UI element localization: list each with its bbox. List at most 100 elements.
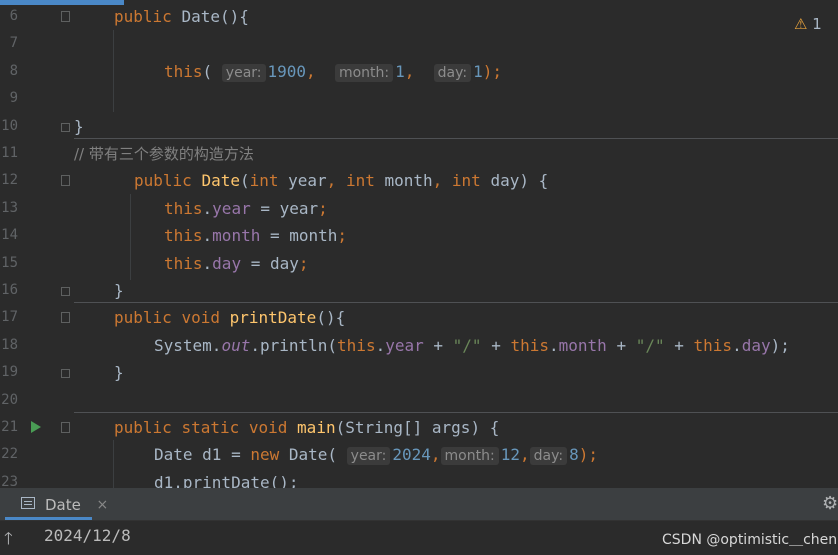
parameter-hint: day:	[433, 63, 472, 82]
line-number[interactable]: 9	[0, 85, 18, 112]
code-token: int	[451, 171, 491, 191]
code-line[interactable]: 22 Date d1 = new Date( year: 2024, month: 12…	[0, 441, 838, 468]
parameter-hint: month:	[440, 447, 499, 466]
run-tab-label: Date	[45, 496, 81, 514]
parameter-hint: day:	[529, 447, 568, 466]
line-number[interactable]: 10	[0, 113, 18, 140]
code-token: int	[345, 171, 385, 191]
code-text: // 带有三个参数的构造方法	[74, 140, 254, 168]
code-line[interactable]: 23 d1.printDate();	[0, 469, 838, 488]
code-token: }	[114, 363, 124, 383]
fold-marker-icon[interactable]	[61, 287, 70, 296]
code-line[interactable]: 13 this.year = year;	[0, 195, 838, 222]
code-line[interactable]: 20	[0, 387, 838, 414]
fold-marker-icon[interactable]	[61, 369, 70, 379]
line-number[interactable]: 20	[0, 387, 18, 414]
fold-marker-icon[interactable]	[61, 175, 70, 187]
code-token: Date	[201, 171, 240, 191]
code-token: this	[164, 61, 203, 81]
parameter-hint: month:	[334, 63, 394, 82]
line-number[interactable]: 19	[0, 359, 18, 386]
run-gutter-icon[interactable]	[31, 421, 41, 433]
code-editor[interactable]: 6 public Date(){7 8 this( year: 1900, month:…	[0, 0, 838, 488]
code-line[interactable]: 12 public Date(int year, int month, int d…	[0, 167, 838, 194]
code-token: );	[770, 335, 790, 355]
code-token: +	[423, 335, 453, 355]
run-tab-date[interactable]: Date ×	[5, 488, 108, 520]
code-line[interactable]: 19}	[0, 359, 838, 386]
fold-marker-icon[interactable]	[61, 312, 70, 324]
line-number[interactable]: 16	[0, 277, 18, 304]
watermark: CSDN @optimistic＿chen	[662, 532, 838, 548]
code-token: month	[384, 171, 433, 191]
line-number[interactable]: 13	[0, 195, 18, 222]
code-token: Date	[181, 7, 220, 26]
code-text: this.month = month;	[164, 222, 347, 249]
code-line[interactable]: 6 public Date(){	[0, 3, 838, 30]
code-line[interactable]: 7	[0, 30, 838, 57]
code-line[interactable]: 17 public void printDate(){	[0, 304, 838, 331]
line-number[interactable]: 18	[0, 332, 18, 359]
line-number[interactable]: 23	[0, 469, 18, 488]
code-token: this	[164, 198, 203, 218]
code-text: public Date(){	[114, 3, 249, 30]
code-token: this	[164, 226, 203, 246]
up-arrow-icon[interactable]: 🡑	[4, 526, 13, 555]
code-token: ;	[337, 226, 348, 246]
fold-marker-icon[interactable]	[61, 11, 70, 22]
line-number[interactable]: 17	[0, 304, 18, 331]
code-token: ;	[318, 198, 328, 218]
code-token: void	[248, 418, 298, 437]
code-text: }	[74, 113, 84, 140]
code-token: year	[212, 198, 251, 218]
code-line[interactable]: 16}	[0, 277, 838, 304]
line-number[interactable]: 8	[0, 58, 18, 85]
code-line[interactable]: 15 this.day = day;	[0, 250, 838, 277]
line-number[interactable]: 15	[0, 250, 18, 277]
line-number[interactable]: 14	[0, 222, 18, 249]
code-token: void	[181, 308, 230, 328]
code-token: );	[482, 61, 503, 81]
code-token: .	[202, 253, 213, 273]
code-token: 2024	[392, 445, 431, 465]
code-token: out	[221, 335, 251, 355]
line-number[interactable]: 7	[0, 30, 18, 57]
code-token: main	[297, 418, 336, 437]
code-token: .println(	[250, 335, 338, 355]
code-token: ,	[432, 171, 452, 191]
code-line[interactable]: 11 // 带有三个参数的构造方法	[0, 140, 838, 167]
gear-icon[interactable]: ⚙	[822, 493, 838, 514]
code-token: Date d1 =	[154, 445, 251, 465]
line-number[interactable]: 22	[0, 441, 18, 468]
code-line[interactable]: 8 this( year: 1900, month: 1, day: 1);	[0, 58, 838, 85]
console-output[interactable]: 🡑 2024/12/8 CSDN @optimistic＿chen	[0, 521, 838, 553]
fold-marker-icon[interactable]	[61, 122, 70, 132]
line-number[interactable]: 21	[0, 414, 18, 441]
code-line[interactable]: 18 System.out.println(this.year + "/" + t…	[0, 332, 838, 359]
code-line[interactable]: 21 public static void main(String[] args)…	[0, 414, 838, 441]
code-token: .	[202, 198, 213, 218]
warning-triangle-icon: ⚠	[794, 15, 808, 33]
indent-guide	[113, 440, 114, 488]
inspection-widget[interactable]: ⚠ 1	[794, 15, 822, 33]
code-token: this	[164, 253, 203, 273]
code-text: public Date(int year, int month, int day…	[134, 167, 548, 194]
code-token: +	[664, 335, 694, 355]
fold-marker-icon[interactable]	[61, 422, 70, 433]
code-line[interactable]: 10}	[0, 113, 838, 140]
code-text: this.day = day;	[164, 250, 309, 277]
line-number[interactable]: 12	[0, 167, 18, 194]
code-text: }	[114, 277, 124, 304]
code-token: 12	[500, 445, 520, 465]
code-token: .	[549, 335, 559, 355]
code-token: 8	[569, 445, 579, 465]
indent-guide	[130, 194, 131, 280]
close-icon[interactable]: ×	[97, 497, 109, 513]
code-line[interactable]: 9	[0, 85, 838, 112]
code-token: year	[385, 335, 424, 355]
code-token: (	[202, 61, 222, 81]
line-number[interactable]: 11	[0, 140, 18, 167]
code-line[interactable]: 14 this.month = month;	[0, 222, 838, 249]
line-number[interactable]: 6	[0, 3, 18, 30]
code-token: static	[181, 418, 249, 437]
